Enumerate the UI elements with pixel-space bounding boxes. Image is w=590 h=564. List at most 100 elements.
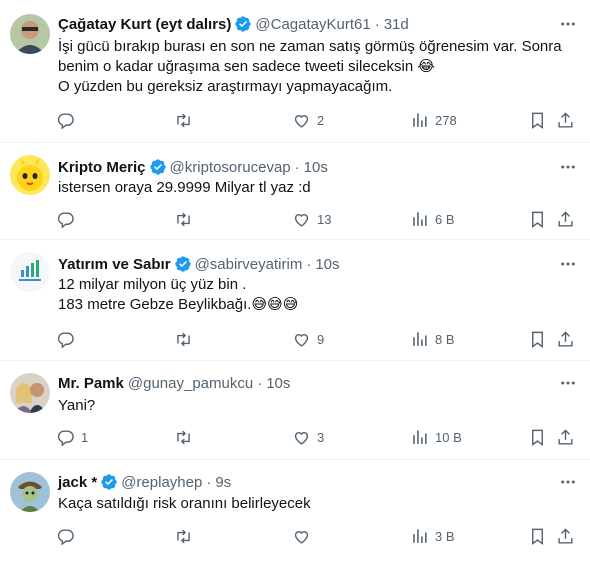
tweet-line: 12 milyar milyon üç yüz bin . — [58, 276, 247, 293]
retweet-button[interactable] — [174, 207, 199, 231]
separator-dot: · — [374, 15, 380, 33]
display-name[interactable]: Kripto Meriç — [58, 159, 146, 176]
share-button[interactable] — [556, 207, 575, 231]
timestamp[interactable]: 10s — [266, 375, 290, 392]
retweet-button[interactable] — [174, 108, 199, 132]
bookmark-icon — [532, 112, 543, 129]
more-icon[interactable] — [558, 472, 578, 492]
retweet-button[interactable] — [174, 425, 199, 449]
retweet-button[interactable] — [174, 327, 199, 351]
handle[interactable]: @kriptosorucevap — [170, 159, 291, 176]
tweet-text: Yani? — [58, 396, 576, 416]
retweet-icon — [177, 332, 190, 346]
tweet[interactable]: Çağatay Kurt (eyt dalırs) @CagatayKurt61… — [0, 0, 590, 143]
tweet[interactable]: Yatırım ve Sabır @sabirveyatirim · 10s 1… — [0, 240, 590, 361]
reply-button[interactable] — [56, 524, 81, 548]
avatar[interactable] — [10, 373, 50, 413]
reply-button[interactable] — [56, 327, 81, 351]
tweet-actions: 1 3 10 B — [56, 425, 578, 449]
like-count: 13 — [317, 211, 332, 227]
avatar[interactable] — [10, 155, 50, 195]
tweet-actions: 9 8 B — [56, 327, 578, 351]
views-button[interactable]: 10 B — [410, 425, 462, 449]
like-count: 3 — [317, 429, 325, 445]
views-button[interactable]: 3 B — [410, 524, 455, 548]
separator-dot: · — [257, 374, 263, 392]
tweet[interactable]: Mr. Pamk @gunay_pamukcu · 10s Yani? 1 3 … — [0, 361, 590, 460]
tweet[interactable]: Kripto Meriç @kriptosorucevap · 10s iste… — [0, 143, 590, 240]
like-button[interactable] — [292, 524, 317, 548]
avatar[interactable] — [10, 14, 50, 54]
retweet-button[interactable] — [174, 524, 199, 548]
share-button[interactable] — [556, 108, 575, 132]
views-button[interactable]: 8 B — [410, 327, 455, 351]
tweet-header: Kripto Meriç @kriptosorucevap · 10s — [58, 157, 550, 177]
bookmark-button[interactable] — [528, 108, 547, 132]
like-icon — [294, 530, 309, 544]
share-button[interactable] — [556, 425, 575, 449]
timestamp[interactable]: 9s — [215, 474, 231, 491]
display-name[interactable]: Çağatay Kurt (eyt dalırs) — [58, 16, 231, 33]
tweet-line: Kaça satıldığı risk oranını belirleyecek — [58, 495, 311, 512]
handle[interactable]: @gunay_pamukcu — [128, 375, 253, 392]
timestamp[interactable]: 31d — [384, 16, 409, 33]
share-icon — [558, 111, 573, 128]
reply-icon — [57, 211, 74, 228]
verified-icon — [149, 158, 167, 176]
like-icon — [294, 213, 309, 227]
reply-count: 1 — [81, 429, 89, 445]
like-icon — [294, 333, 309, 347]
display-name[interactable]: Mr. Pamk — [58, 375, 124, 392]
verified-icon — [174, 255, 192, 273]
like-button[interactable]: 3 — [292, 425, 324, 449]
avatar[interactable] — [10, 472, 50, 512]
handle[interactable]: @CagatayKurt61 — [255, 16, 370, 33]
like-button[interactable]: 2 — [292, 108, 324, 132]
separator-dot: · — [306, 255, 312, 273]
views-count: 278 — [435, 112, 457, 128]
bookmark-icon — [532, 429, 543, 446]
more-icon[interactable] — [558, 373, 578, 393]
timestamp[interactable]: 10s — [304, 159, 328, 176]
retweet-icon — [177, 430, 190, 444]
tweet-header: Yatırım ve Sabır @sabirveyatirim · 10s — [58, 254, 550, 274]
views-icon — [413, 528, 427, 543]
more-icon[interactable] — [558, 254, 578, 274]
like-button[interactable]: 9 — [292, 327, 324, 351]
separator-dot: · — [294, 158, 300, 176]
views-button[interactable]: 278 — [410, 108, 457, 132]
reply-button[interactable]: 1 — [56, 425, 88, 449]
more-icon[interactable] — [558, 157, 578, 177]
avatar[interactable] — [10, 252, 50, 292]
timestamp[interactable]: 10s — [315, 256, 339, 273]
share-icon — [558, 428, 573, 445]
like-count: 9 — [317, 331, 325, 347]
bookmark-icon — [532, 211, 543, 228]
bookmark-button[interactable] — [528, 425, 547, 449]
bookmark-button[interactable] — [528, 327, 547, 351]
like-button[interactable]: 13 — [292, 207, 331, 231]
tweet-text: 12 milyar milyon üç yüz bin . 183 metre … — [58, 275, 576, 315]
tweet-text: İşi gücü bırakıp burası en son ne zaman … — [58, 37, 576, 97]
share-button[interactable] — [556, 524, 575, 548]
display-name[interactable]: Yatırım ve Sabır — [58, 256, 171, 273]
bookmark-icon — [532, 528, 543, 545]
reply-button[interactable] — [56, 108, 81, 132]
retweet-icon — [177, 113, 190, 127]
handle[interactable]: @sabirveyatirim — [195, 256, 303, 273]
handle[interactable]: @replayhep — [121, 474, 202, 491]
tweet[interactable]: jack * @replayhep · 9s Kaça satıldığı ri… — [0, 460, 590, 564]
retweet-icon — [177, 212, 190, 226]
tweet-header: Çağatay Kurt (eyt dalırs) @CagatayKurt61… — [58, 14, 550, 34]
tweet-line: O yüzden bu gereksiz araştırmayı yapmaya… — [58, 78, 393, 95]
views-button[interactable]: 6 B — [410, 207, 455, 231]
bookmark-button[interactable] — [528, 524, 547, 548]
share-button[interactable] — [556, 327, 575, 351]
bookmark-button[interactable] — [528, 207, 547, 231]
display-name[interactable]: jack * — [58, 474, 97, 491]
tweet-line: istersen oraya 29.9999 Milyar tl yaz :d — [58, 179, 311, 196]
views-icon — [413, 112, 427, 127]
share-icon — [558, 330, 573, 347]
reply-button[interactable] — [56, 207, 81, 231]
more-icon[interactable] — [558, 14, 578, 34]
